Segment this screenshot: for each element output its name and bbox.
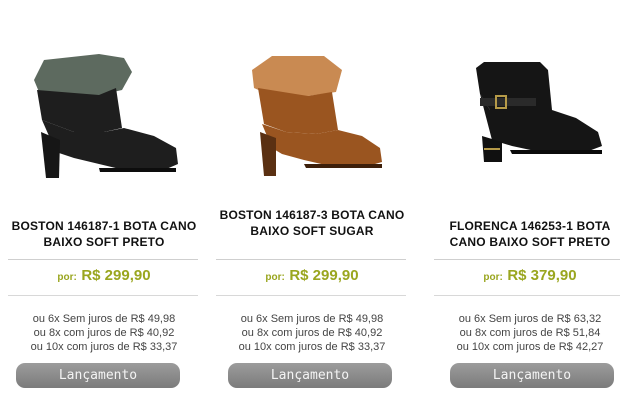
price-value: R$ 299,90 — [81, 267, 151, 284]
launch-button[interactable]: Lançamento — [16, 363, 180, 388]
product-name[interactable]: BOSTON 146187-1 BOTA CANO BAIXO SOFT PRE… — [4, 218, 204, 250]
price: por: R$ 379,90 — [430, 267, 620, 285]
installment-option: ou 10x com juros de R$ 33,37 — [238, 341, 386, 353]
product-name[interactable]: FLORENCA 146253-1 BOTA CANO BAIXO SOFT P… — [430, 218, 620, 250]
launch-button[interactable]: Lançamento — [450, 363, 614, 388]
divider — [434, 259, 620, 260]
boot-image[interactable] — [430, 40, 620, 190]
divider — [8, 259, 198, 260]
product-name[interactable]: BOSTON 146187-3 BOTA CANO BAIXO SOFT SUG… — [212, 207, 412, 239]
price-value: R$ 379,90 — [507, 267, 577, 284]
price-prefix: por: — [265, 272, 285, 283]
installment-option: ou 6x Sem juros de R$ 63,32 — [458, 313, 602, 325]
divider — [216, 295, 406, 296]
price: por: R$ 299,90 — [4, 267, 204, 285]
divider — [434, 295, 620, 296]
divider — [216, 259, 406, 260]
installment-option: ou 10x com juros de R$ 42,27 — [456, 341, 604, 353]
price: por: R$ 299,90 — [212, 267, 412, 285]
price-prefix: por: — [483, 272, 503, 283]
installment-option: ou 6x Sem juros de R$ 49,98 — [240, 313, 384, 325]
divider — [8, 295, 198, 296]
installment-option: ou 8x com juros de R$ 40,92 — [33, 327, 175, 339]
installment-option: ou 6x Sem juros de R$ 49,98 — [32, 313, 176, 325]
product-card[interactable]: BOSTON 146187-1 BOTA CANO BAIXO SOFT PRE… — [4, 0, 204, 420]
installment-option: ou 8x com juros de R$ 51,84 — [459, 327, 601, 339]
price-prefix: por: — [57, 272, 77, 283]
installment-option: ou 10x com juros de R$ 33,37 — [30, 341, 178, 353]
product-card[interactable]: BOSTON 146187-3 BOTA CANO BAIXO SOFT SUG… — [212, 0, 412, 420]
product-card[interactable]: FLORENCA 146253-1 BOTA CANO BAIXO SOFT P… — [430, 0, 620, 420]
boot-image[interactable] — [212, 40, 412, 190]
boot-image[interactable] — [4, 40, 204, 190]
price-value: R$ 299,90 — [289, 267, 359, 284]
launch-button[interactable]: Lançamento — [228, 363, 392, 388]
installment-option: ou 8x com juros de R$ 40,92 — [241, 327, 383, 339]
